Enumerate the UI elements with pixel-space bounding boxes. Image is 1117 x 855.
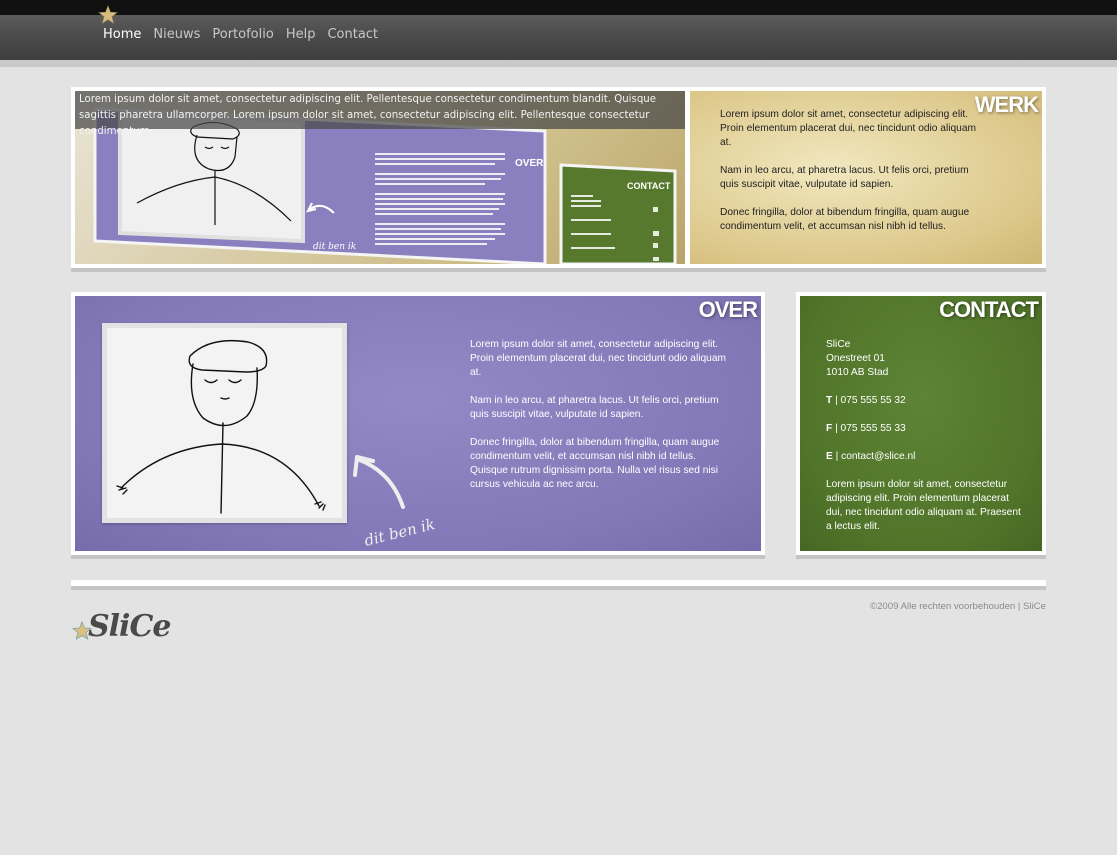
street-address: Onestreet 01 <box>826 353 885 364</box>
werk-text: Lorem ipsum dolor sit amet, consectetur … <box>720 108 980 248</box>
werk-heading: WERK <box>974 92 1039 117</box>
thumb-contact-heading: CONTACT <box>627 181 671 191</box>
werk-panel: WERK Lorem ipsum dolor sit amet, consect… <box>690 91 1042 264</box>
email-link[interactable]: contact@slice.nl <box>841 451 915 462</box>
werk-paragraph: Donec fringilla, dolor at bibendum fring… <box>720 207 970 232</box>
over-paragraph: Nam in leo arcu, at pharetra lacus. Ut f… <box>470 395 719 420</box>
nav-item-contact[interactable]: Contact <box>327 27 378 42</box>
thumb-over-heading: OVER <box>515 158 544 169</box>
arrow-icon: dit ben ik <box>353 455 437 546</box>
portrait-image <box>102 323 347 523</box>
portrait-drawing <box>116 339 326 514</box>
nav-divider <box>0 60 1117 67</box>
phone-number: 075 555 55 32 <box>840 395 906 406</box>
nav-item-portofolio[interactable]: Portofolio <box>212 27 273 42</box>
contact-section: CONTACT SliCe Onestreet 01 1010 AB Stad … <box>796 292 1046 555</box>
werk-paragraph: Nam in leo arcu, at pharetra lacus. Ut f… <box>720 165 969 190</box>
over-paragraph: Donec fringilla, dolor at bibendum fring… <box>470 437 720 490</box>
copyright-text: ©2009 Alle rechten voorbehouden | SliCe <box>870 601 1046 612</box>
nav-item-home[interactable]: Home <box>103 27 141 42</box>
main-nav: Home Nieuws Portofolio Help Contact <box>103 27 390 42</box>
slide-caption: Lorem ipsum dolor sit amet, consectetur … <box>75 91 685 137</box>
werk-paragraph: Lorem ipsum dolor sit amet, consectetur … <box>720 109 976 148</box>
phone-label: T <box>826 395 833 406</box>
footer-divider <box>71 580 1046 586</box>
contact-details: SliCe Onestreet 01 1010 AB Stad T | 075 … <box>826 338 1026 548</box>
featured-slider: dit ben ik OVER CONTACT Lorem ipsum dolo… <box>71 87 1046 268</box>
handwriting-caption: dit ben ik <box>362 515 436 546</box>
logo-text: SliCe <box>88 609 170 644</box>
thumb-handwriting: dit ben ik <box>313 242 356 252</box>
star-icon <box>98 5 118 24</box>
fax-label: F <box>826 423 833 434</box>
nav-item-help[interactable]: Help <box>286 27 316 42</box>
over-paragraph: Lorem ipsum dolor sit amet, consectetur … <box>470 339 726 378</box>
slice-logo[interactable]: SliCe <box>72 598 192 646</box>
contact-panel: CONTACT SliCe Onestreet 01 1010 AB Stad … <box>800 296 1042 551</box>
city-address: 1010 AB Stad <box>826 367 889 378</box>
company-name: SliCe <box>826 339 851 350</box>
email-label: E <box>826 451 833 462</box>
contact-note: Lorem ipsum dolor sit amet, consectetur … <box>826 479 1021 532</box>
over-text: Lorem ipsum dolor sit amet, consectetur … <box>470 338 730 506</box>
top-bar <box>0 0 1117 15</box>
over-panel: OVER dit ben ik Lorem ipsum dolor sit am… <box>75 296 761 551</box>
contact-heading: CONTACT <box>939 297 1039 322</box>
over-section: OVER dit ben ik Lorem ipsum dolor sit am… <box>71 292 765 555</box>
nav-item-nieuws[interactable]: Nieuws <box>153 27 200 42</box>
over-heading: OVER <box>698 297 758 322</box>
fax-number: 075 555 55 33 <box>840 423 906 434</box>
